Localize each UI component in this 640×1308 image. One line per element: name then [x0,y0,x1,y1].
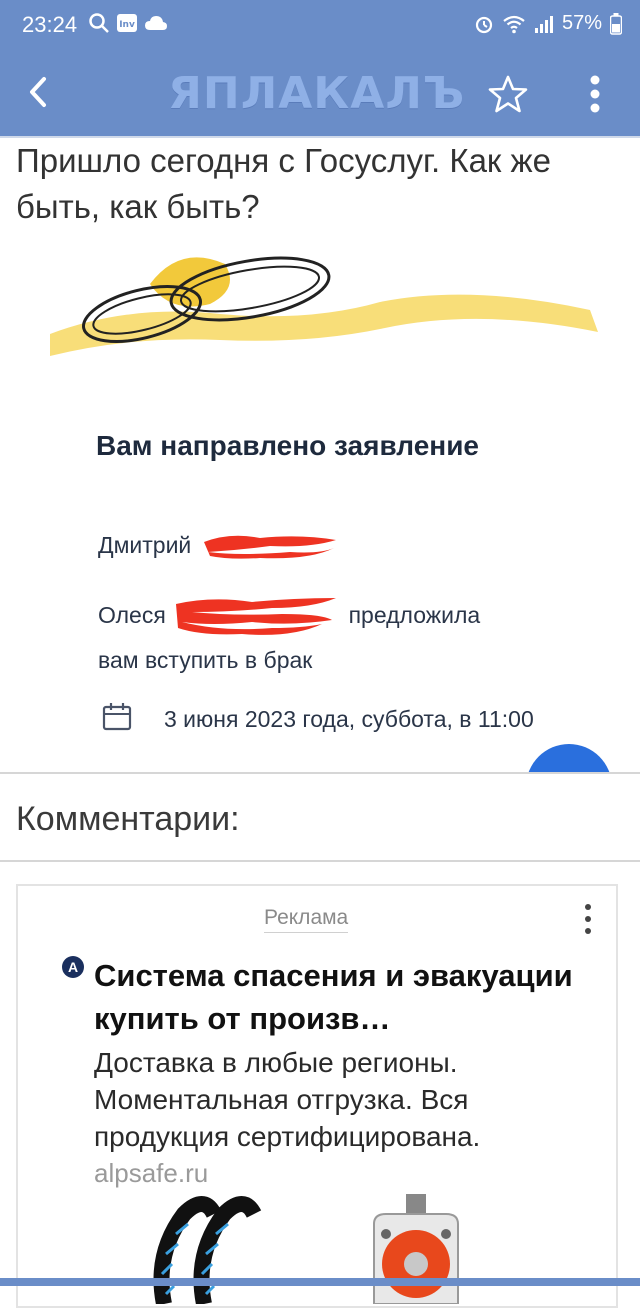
chevron-left-icon [30,77,46,107]
cloud-icon [145,16,167,30]
signal-icon [534,15,553,33]
site-logo[interactable]: ЯПЛАКАЛЪ [168,68,465,119]
post-title: Пришло сегодня с Госуслуг. Как же быть, … [16,142,551,225]
status-bar: 23:24 Inv 57% [0,0,640,50]
ad-card[interactable]: Реклама A Система спасения и эвакуации к… [16,884,618,1308]
calendar-icon [102,703,132,731]
status-icons-left: Inv [88,12,168,34]
person1-line: Дмитрий [98,530,340,564]
person1-name: Дмитрий [98,532,192,559]
ad-domain[interactable]: alpsafe.ru [94,1158,208,1189]
descender-device-image[interactable] [364,1194,468,1304]
more-vertical-icon [590,75,600,113]
ad-label: Реклама [264,906,349,933]
more-vertical-icon [585,904,591,934]
comments-heading: Комментарии: [16,800,240,838]
person2-block: Олеся предложила вам вступить в брак [98,594,538,680]
search-icon [89,13,109,33]
app-notification-icon: Inv [117,14,137,32]
battery-percent: 57% [561,12,602,34]
ad-body: Доставка в любые регионы. Моментальная о… [94,1047,481,1152]
ad-headline[interactable]: Система спасения и эвакуации купить от п… [94,954,604,1040]
svg-text:Inv: Inv [119,20,135,30]
back-button[interactable] [16,70,60,114]
person2-line2: вам вступить в брак [98,647,313,673]
bottom-bar [0,1278,640,1286]
date-text: 3 июня 2023 года, суббота, в 11:00 [164,706,534,732]
alarm-icon [475,16,493,33]
redaction-scribble [176,598,337,635]
redaction-scribble [203,535,336,559]
advertiser-badge-icon: A [62,956,84,978]
status-time: 23:24 [22,12,78,37]
post-image[interactable]: Вам направлено заявление Дмитрий Олеся п… [50,244,612,774]
notice-card: Вам направлено заявление Дмитрий Олеся п… [50,244,612,774]
person2-name: Олеся [98,602,166,629]
notice-title: Вам направлено заявление [96,430,479,461]
app-bar: ЯПЛАКАЛЪ [0,50,640,138]
overflow-menu-button[interactable] [578,72,612,116]
favorite-button[interactable] [488,74,528,114]
battery-icon [610,12,622,35]
rope-product-image[interactable] [144,1194,274,1304]
star-icon [488,75,528,113]
floating-action-button[interactable] [526,744,612,774]
wedding-rings-illustration [50,256,598,356]
divider [0,860,640,862]
divider [0,772,640,774]
wifi-icon [503,15,525,33]
ad-menu-button[interactable] [580,902,596,936]
person2-action: предложила [348,602,481,629]
status-icons-right: 57% [474,12,622,35]
